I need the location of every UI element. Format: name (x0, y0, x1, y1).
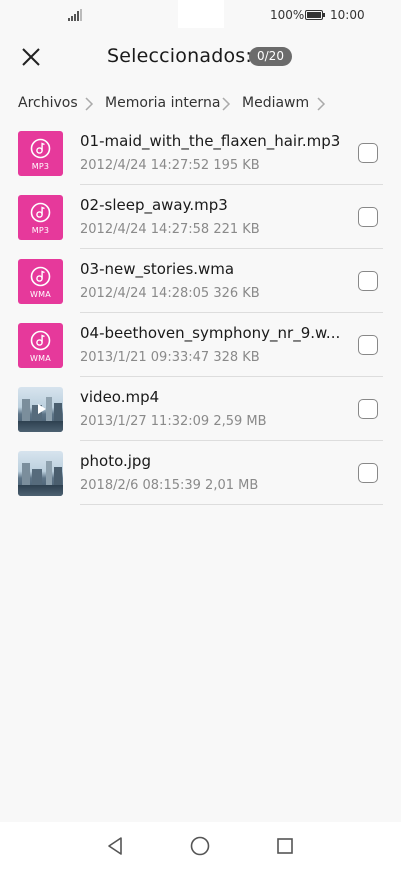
page-title: Seleccionados: (107, 45, 252, 67)
file-name: 02-sleep_away.mp3 (80, 196, 228, 214)
signal-icon (68, 9, 82, 21)
file-extension-label: WMA (30, 290, 51, 299)
file-meta: 2012/4/24 14:27:58 221 KB (80, 222, 260, 237)
file-size: 328 KB (213, 350, 260, 365)
home-circle-icon[interactable] (189, 835, 211, 857)
file-size: 2,59 MB (213, 414, 267, 429)
battery-icon (305, 10, 325, 20)
music-note-icon (30, 266, 51, 287)
file-picker-screen: 100% 10:00 Seleccionados: 0/20 Archivos … (0, 0, 401, 870)
back-triangle-icon[interactable] (104, 835, 126, 857)
status-clock: 10:00 (330, 8, 365, 22)
selection-header: Seleccionados: 0/20 (0, 32, 401, 82)
file-meta: 2018/2/6 08:15:39 2,01 MB (80, 478, 258, 493)
file-date: 2012/4/24 14:28:05 (80, 286, 210, 301)
camera-notch (178, 0, 224, 28)
list-item[interactable]: MP3 01-maid_with_the_flaxen_hair.mp3 201… (0, 121, 401, 185)
audio-file-icon: WMA (18, 259, 63, 304)
audio-file-icon: WMA (18, 323, 63, 368)
select-checkbox[interactable] (358, 143, 378, 163)
breadcrumb-item-memoria-interna[interactable]: Memoria interna (105, 95, 220, 111)
file-date: 2012/4/24 14:27:52 (80, 158, 210, 173)
system-nav-bar (0, 822, 401, 870)
select-checkbox[interactable] (358, 463, 378, 483)
video-thumbnail (18, 387, 63, 432)
music-note-icon (30, 330, 51, 351)
file-meta: 2013/1/21 09:33:47 328 KB (80, 350, 260, 365)
select-checkbox[interactable] (358, 271, 378, 291)
file-size: 326 KB (213, 286, 260, 301)
file-size: 221 KB (213, 222, 260, 237)
audio-file-icon: MP3 (18, 131, 63, 176)
play-icon (38, 404, 46, 414)
list-item[interactable]: WMA 04-beethoven_symphony_nr_9.w... 2013… (0, 313, 401, 377)
list-item[interactable]: video.mp4 2013/1/27 11:32:09 2,59 MB (0, 377, 401, 441)
music-note-icon (30, 202, 51, 223)
audio-file-icon: MP3 (18, 195, 63, 240)
file-meta: 2012/4/24 14:27:52 195 KB (80, 158, 260, 173)
file-size: 2,01 MB (205, 478, 259, 493)
file-name: 04-beethoven_symphony_nr_9.w... (80, 324, 341, 342)
file-extension-label: WMA (30, 354, 51, 363)
divider (80, 504, 383, 505)
file-date: 2012/4/24 14:27:58 (80, 222, 210, 237)
file-meta: 2012/4/24 14:28:05 326 KB (80, 286, 260, 301)
battery-percent: 100% (270, 8, 305, 22)
list-item[interactable]: photo.jpg 2018/2/6 08:15:39 2,01 MB (0, 441, 401, 505)
select-checkbox[interactable] (358, 335, 378, 355)
breadcrumb-item-archivos[interactable]: Archivos (18, 95, 78, 111)
file-extension-label: MP3 (31, 162, 50, 171)
file-name: photo.jpg (80, 452, 151, 470)
file-list: MP3 01-maid_with_the_flaxen_hair.mp3 201… (0, 121, 401, 505)
file-size: 195 KB (213, 158, 260, 173)
file-extension-label: MP3 (31, 226, 50, 235)
list-item[interactable]: MP3 02-sleep_away.mp3 2012/4/24 14:27:58… (0, 185, 401, 249)
file-meta: 2013/1/27 11:32:09 2,59 MB (80, 414, 267, 429)
chevron-right-icon (85, 97, 94, 111)
file-date: 2018/2/6 08:15:39 (80, 478, 201, 493)
select-checkbox[interactable] (358, 207, 378, 227)
file-name: 01-maid_with_the_flaxen_hair.mp3 (80, 132, 341, 150)
image-thumbnail (18, 451, 63, 496)
chevron-right-icon (317, 97, 326, 111)
file-date: 2013/1/21 09:33:47 (80, 350, 210, 365)
file-name: 03-new_stories.wma (80, 260, 235, 278)
recents-square-icon[interactable] (274, 835, 296, 857)
list-item[interactable]: WMA 03-new_stories.wma 2012/4/24 14:28:0… (0, 249, 401, 313)
file-date: 2013/1/27 11:32:09 (80, 414, 210, 429)
breadcrumb: Archivos Memoria interna Mediawm (0, 92, 401, 116)
select-checkbox[interactable] (358, 399, 378, 419)
status-bar: 100% 10:00 (0, 0, 401, 32)
breadcrumb-item-mediawm[interactable]: Mediawm (242, 95, 309, 111)
music-note-icon (30, 138, 51, 159)
chevron-right-icon (222, 97, 231, 111)
selected-count-badge: 0/20 (249, 47, 292, 66)
file-name: video.mp4 (80, 388, 160, 406)
close-icon[interactable] (19, 45, 43, 69)
